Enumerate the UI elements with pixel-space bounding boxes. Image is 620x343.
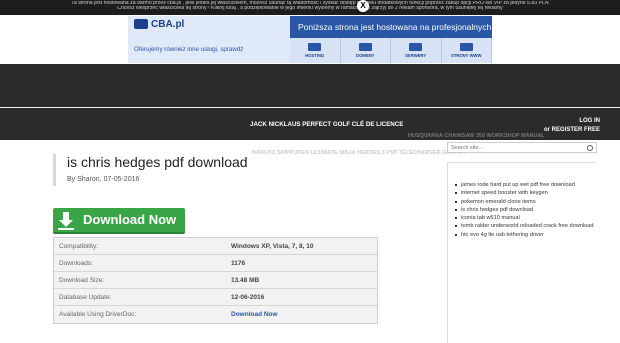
header-divider	[0, 107, 620, 108]
banner-left-panel: CBA.pl Oferujemy również inne usługi, sp…	[128, 16, 290, 63]
table-row: Available Using DriverDoc: Download Now	[54, 306, 377, 323]
hosting-notice-bar: Ta strona jest hostowana za darmo przez …	[0, 0, 620, 15]
download-arrow-icon	[58, 212, 74, 230]
info-label: Available Using DriverDoc:	[59, 311, 137, 318]
banner-product-domains[interactable]: DOMENY	[341, 38, 391, 63]
window-icon	[459, 43, 473, 51]
list-item[interactable]: tomb raider underworld reloaded crack fr…	[449, 222, 595, 230]
notice-line-2: Chcesz wesprzeć właściciela tej strony? …	[117, 6, 503, 11]
list-item[interactable]: is chris hedges pdf download	[449, 206, 595, 214]
banner-product-servers[interactable]: SERWERY	[391, 38, 442, 63]
banner-product-label: SERWERY	[405, 53, 427, 58]
post-meta: By Sharon, 07-05-2016	[67, 176, 140, 183]
info-label: Database Update:	[59, 294, 112, 301]
ad-banner[interactable]: CBA.pl Oferujemy również inne usługi, sp…	[128, 16, 492, 63]
nav-link-secondary[interactable]: HUSQVARNA CHAINSAW 350 WORKSHOP MANUAL	[408, 133, 545, 139]
server-icon	[308, 43, 322, 51]
driverdoc-download-link[interactable]: Download Now	[231, 311, 278, 318]
banner-tagline: Oferujemy również inne usługi, sprawdź	[134, 46, 244, 53]
cba-logo-icon	[134, 19, 148, 30]
banner-products: HOSTING DOMENY SERWERY STRONY WWW	[290, 38, 492, 63]
login-link[interactable]: LOG IN	[544, 117, 600, 126]
search-icon[interactable]	[587, 145, 593, 151]
list-item[interactable]: htc evo 4g lte usb tethering driver	[449, 231, 595, 239]
related-links-list: james rode hard put up wet pdf free down…	[449, 181, 595, 239]
list-item[interactable]: internet speed booster with keygen	[449, 189, 595, 197]
nav-link-main[interactable]: JACK NICKLAUS PERFECT GOLF CLÉ DE LICENC…	[250, 121, 403, 128]
banner-product-websites[interactable]: STRONY WWW	[442, 38, 492, 63]
info-value: 1176	[231, 260, 246, 267]
download-button-label: Download Now	[83, 212, 177, 227]
page-title: is chris hedges pdf download	[67, 154, 248, 170]
info-value: Windows XP, Vista, 7, 8, 10	[231, 243, 314, 250]
nav-link-tertiary[interactable]: NARUTO SHIPPUDEN ULTIMATE NINJA HEROES 3…	[252, 150, 466, 156]
search-input[interactable]	[451, 145, 571, 151]
account-links: LOG IN or REGISTER FREE	[544, 117, 600, 135]
rack-icon	[409, 43, 423, 51]
list-item[interactable]: iconia tab w510 manual	[449, 214, 595, 222]
table-row: Downloads: 1176	[54, 255, 377, 272]
table-row: Compatibility: Windows XP, Vista, 7, 8, …	[54, 238, 377, 255]
register-link[interactable]: or REGISTER FREE	[544, 126, 600, 135]
info-value: 13.48 MB	[231, 277, 260, 284]
file-info-table: Compatibility: Windows XP, Vista, 7, 8, …	[53, 237, 378, 324]
globe-icon	[358, 43, 372, 51]
search-box	[447, 142, 597, 153]
banner-product-label: STRONY WWW	[451, 53, 482, 58]
site-header	[0, 64, 620, 140]
banner-product-label: DOMENY	[356, 53, 375, 58]
table-row: Download Size: 13.48 MB	[54, 272, 377, 289]
close-notice-button[interactable]: X	[357, 0, 369, 12]
list-item[interactable]: pokemon emerald clone items	[449, 198, 595, 206]
cba-logo: CBA.pl	[134, 19, 184, 30]
cba-logo-text: CBA.pl	[151, 19, 185, 30]
banner-product-hosting[interactable]: HOSTING	[290, 38, 341, 63]
info-value: 12-06-2016	[231, 294, 265, 301]
info-label: Compatibility:	[59, 243, 99, 250]
banner-product-label: HOSTING	[305, 53, 325, 58]
table-row: Database Update: 12-06-2016	[54, 289, 377, 306]
info-label: Download Size:	[59, 277, 105, 284]
list-item[interactable]: james rode hard put up wet pdf free down…	[449, 181, 595, 189]
banner-headline: Poniższa strona jest hostowana na profes…	[298, 22, 492, 32]
title-accent-bar	[53, 154, 56, 186]
info-label: Downloads:	[59, 260, 93, 267]
download-now-button[interactable]: Download Now	[53, 208, 185, 234]
